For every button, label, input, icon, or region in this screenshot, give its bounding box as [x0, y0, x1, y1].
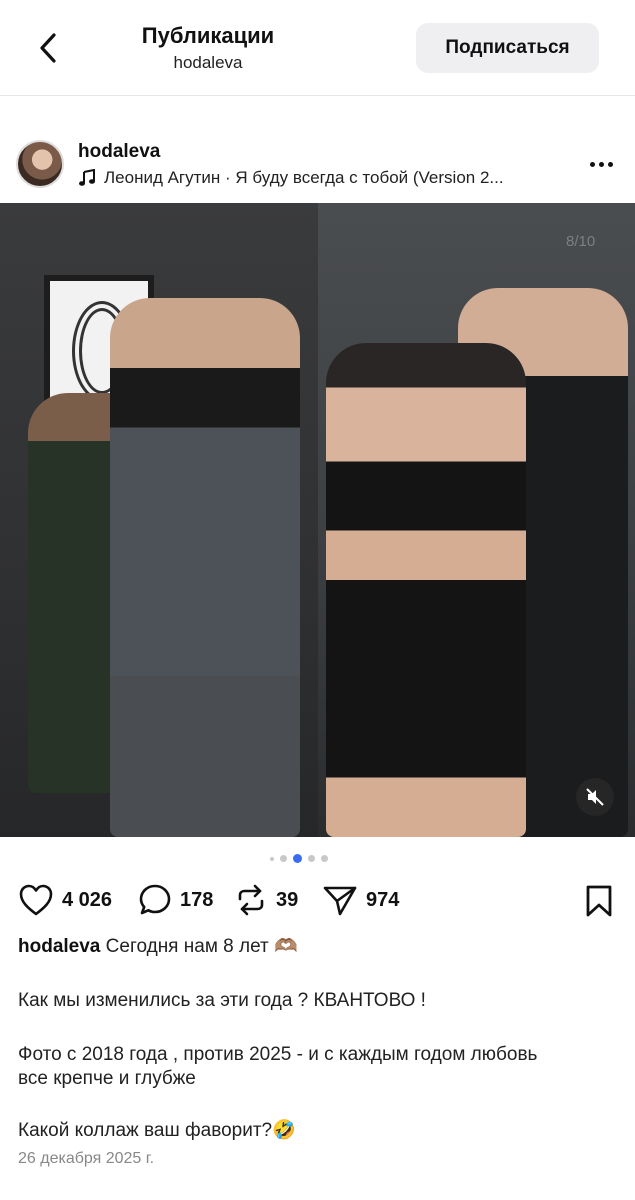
muted-speaker-icon [586, 788, 604, 806]
header-titles: Публикации hodaleva [118, 22, 298, 74]
more-dot [598, 161, 604, 167]
share-button[interactable]: 974 [322, 878, 399, 922]
likes-count: 4 026 [62, 888, 113, 911]
repost-button[interactable]: 39 [234, 878, 298, 922]
post-actions: 4 026 178 39 974 [0, 878, 635, 922]
back-button[interactable] [30, 28, 66, 68]
music-track[interactable]: Леонид Агутин · Я буду всегда с тобой (V… [78, 168, 548, 188]
caption-line: Фото с 2018 года , против 2025 - и с каж… [18, 1044, 538, 1065]
page-subtitle: hodaleva [173, 53, 243, 72]
carousel-dot [270, 856, 274, 861]
photo-right-panel [318, 203, 635, 837]
avatar[interactable] [16, 140, 64, 188]
post-header: hodaleva Леонид Агутин · Я буду всегда с… [0, 128, 635, 198]
post-date: 26 декабря 2025 г. [18, 1150, 155, 1167]
chevron-left-icon [40, 33, 56, 63]
caption-username[interactable]: hodaleva [18, 936, 100, 957]
carousel-dots [270, 854, 328, 863]
mute-button[interactable] [576, 778, 614, 816]
caption-text: Сегодня нам 8 лет 🫶🏽 [105, 936, 298, 957]
caption-line: Какой коллаж ваш фаворит?🤣 [18, 1120, 296, 1141]
comments-count: 178 [180, 888, 214, 911]
post-username[interactable]: hodaleva [78, 141, 160, 163]
carousel-dot [321, 855, 328, 862]
person-silhouette [110, 298, 300, 837]
carousel-counter: 8/10 [566, 233, 596, 250]
subscribe-button[interactable]: Подписаться [416, 23, 599, 73]
caption-line: все крепче и глубже [18, 1068, 196, 1089]
comment-bubble-icon [139, 884, 171, 915]
repost-icon [238, 884, 264, 916]
music-note-icon [78, 169, 96, 187]
more-options-button[interactable] [586, 154, 616, 174]
more-horizontal-icon [589, 161, 595, 167]
carousel-dot [308, 855, 315, 862]
top-bar: Публикации hodaleva Подписаться [0, 0, 635, 96]
send-icon [323, 886, 357, 916]
carousel-dot [280, 855, 287, 862]
photo-left-panel [0, 203, 318, 837]
bookmark-icon[interactable] [582, 884, 616, 918]
caption-first-line: hodaleva Сегодня нам 8 лет 🫶🏽 [18, 934, 628, 960]
post-photo-carousel[interactable]: 8/10 [0, 203, 635, 837]
heart-icon [19, 884, 53, 916]
reposts-count: 39 [276, 888, 299, 911]
music-label: Леонид Агутин · Я буду всегда с тобой (V… [104, 168, 504, 187]
caption-line: Как мы изменились за эти года ? КВАНТОВО… [18, 990, 426, 1011]
comment-button[interactable]: 178 [138, 878, 213, 922]
page-title: Публикации [141, 23, 275, 48]
like-button[interactable]: 4 026 [18, 878, 112, 922]
shares-count: 974 [366, 888, 400, 911]
person-silhouette [326, 343, 526, 837]
carousel-dot-active [293, 854, 302, 863]
more-dot [607, 161, 613, 167]
